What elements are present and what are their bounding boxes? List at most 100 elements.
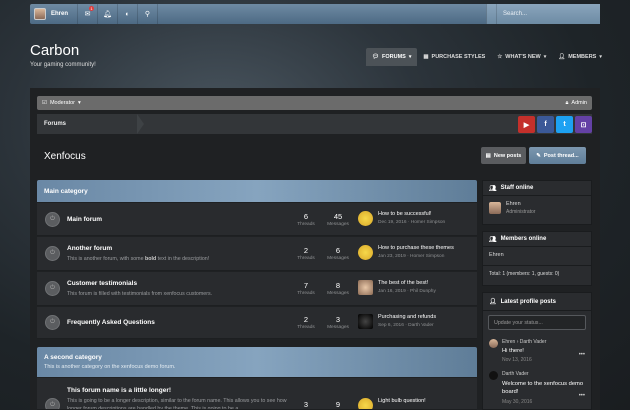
alerts-button[interactable]: 🔔︎	[98, 4, 118, 24]
users-icon: 👥︎	[489, 236, 497, 243]
main-navigation: 💬︎ Forums ▾ ▦ Purchase styles ☆ What's new ▾ …	[366, 48, 608, 66]
style-toggle-button[interactable]: ◐	[118, 4, 138, 24]
more-options-icon[interactable]: •••	[579, 352, 585, 358]
profile-posts-title: Latest profile posts	[500, 298, 556, 305]
forum-description-text: text in the description!	[156, 256, 210, 262]
youtube-button[interactable]: ▶	[518, 116, 535, 133]
last-post-meta: Jan 23, 2019 · Homer Simpson	[378, 254, 445, 259]
avatar[interactable]	[489, 202, 501, 214]
forum-status-icon: ⏻	[45, 246, 60, 261]
chevron-down-icon[interactable]: ▾	[599, 54, 602, 60]
tab-forums-label: Forums	[381, 54, 406, 60]
post-thread-button[interactable]: ✎ Post thread...	[529, 147, 586, 164]
avatar[interactable]	[358, 245, 373, 260]
messages-label: Messages	[327, 256, 349, 261]
chevron-down-icon[interactable]: ▾	[544, 54, 547, 60]
inbox-badge: 1	[89, 6, 94, 11]
forum-title[interactable]: Customer testimonials	[67, 280, 287, 287]
avatar[interactable]	[358, 398, 373, 409]
forum-row[interactable]: ⏻ This forum name is a little longer! Th…	[37, 378, 477, 410]
table-icon: ▦	[423, 54, 429, 60]
forum-status-icon: ⏻	[45, 315, 60, 330]
profile-post-author[interactable]: Darth Vader	[502, 371, 585, 377]
message-count: 9	[335, 400, 341, 409]
last-post-title[interactable]: How to purchase these themes	[378, 245, 454, 251]
forum-description: This is another forum, with some bold te…	[67, 256, 287, 264]
forum-row[interactable]: ⏻ Frequently Asked Questions 2 Threads 3M…	[37, 307, 477, 339]
users-icon: 👥︎	[489, 185, 497, 192]
category-header[interactable]: Main category	[37, 180, 477, 202]
user-avatar	[34, 8, 46, 20]
last-post-meta: Jan 16, 2019 · Phil Dunphy	[378, 289, 436, 294]
forum-row[interactable]: ⏻ Main forum 6 Threads 45 Messages How to …	[37, 203, 477, 236]
avatar[interactable]	[358, 314, 373, 329]
search-field-divider	[496, 4, 497, 24]
user-icon: 👤︎	[558, 54, 566, 60]
top-navigation-bar: Ehren ✉ 1 🔔︎ ◐ ⚲ Search...	[30, 4, 600, 24]
members-online-header: 👥︎ Members online	[483, 232, 591, 247]
twitter-button[interactable]: t	[556, 116, 573, 133]
forum-title[interactable]: Another forum	[67, 245, 287, 252]
tab-forums[interactable]: 💬︎ Forums ▾	[366, 48, 418, 66]
moderator-bar: ☑ Moderator ▾ 🔒︎ Admin	[37, 96, 592, 110]
document-icon: ▤	[485, 152, 491, 159]
staff-online-title: Staff online	[500, 185, 534, 191]
forum-row[interactable]: ⏻ Another forum This is another forum, w…	[37, 237, 477, 271]
staff-online-block: 👥︎ Staff online Ehren Administrator	[482, 180, 592, 225]
forum-title[interactable]: Main forum	[67, 216, 287, 223]
avatar[interactable]	[358, 280, 373, 295]
tab-purchase-styles[interactable]: ▦ Purchase styles	[417, 48, 491, 66]
search-toggle-button[interactable]: ⚲	[138, 4, 158, 24]
forum-title[interactable]: Frequently Asked Questions	[67, 319, 287, 326]
moderator-menu[interactable]: ☑ Moderator ▾	[42, 100, 81, 106]
breadcrumb: Forums	[37, 114, 592, 134]
status-update-input[interactable]: Update your status...	[488, 315, 586, 330]
members-online-list[interactable]: Ehren	[483, 247, 591, 266]
user-edit-icon: 👤︎	[489, 299, 497, 305]
last-post-title[interactable]: Purchasing and refunds	[378, 314, 436, 320]
inbox-button[interactable]: ✉ 1	[78, 4, 98, 24]
avatar[interactable]	[489, 339, 498, 348]
user-menu[interactable]: Ehren	[30, 4, 78, 24]
messages-label: Messages	[327, 325, 349, 330]
forum-title[interactable]: This forum name is a little longer!	[67, 387, 287, 394]
twitter-icon: t	[563, 121, 566, 128]
last-post-title[interactable]: Light bulb question!	[378, 398, 426, 404]
lock-icon: 🔒︎	[565, 99, 569, 106]
forum-row[interactable]: ⏻ Customer testimonials This forum is fi…	[37, 272, 477, 306]
avatar[interactable]	[358, 211, 373, 226]
search-input[interactable]: Search...	[486, 4, 600, 24]
contrast-icon: ◐	[125, 10, 130, 18]
bell-icon: 🔔︎	[103, 11, 112, 18]
forum-status-icon: ⏻	[45, 212, 60, 227]
admin-label: Admin	[571, 100, 587, 106]
twitch-button[interactable]: ⊡	[575, 116, 592, 133]
last-post-title[interactable]: How to be successful!	[378, 211, 445, 217]
new-posts-button[interactable]: ▤ New posts	[481, 147, 526, 164]
profile-post-date: May 30, 2016	[502, 398, 533, 405]
avatar[interactable]	[489, 371, 498, 380]
forum-status-icon: ⏻	[45, 398, 60, 409]
breadcrumb-forums[interactable]: Forums	[37, 121, 137, 127]
more-options-icon[interactable]: •••	[579, 393, 585, 399]
staff-name[interactable]: Ehren	[506, 201, 535, 207]
admin-link[interactable]: 🔒︎ Admin	[565, 100, 587, 107]
facebook-button[interactable]: f	[537, 116, 554, 133]
message-count: 6	[335, 246, 341, 255]
category-header[interactable]: A second category This is another catego…	[37, 347, 477, 377]
category-title: A second category	[44, 354, 102, 361]
chevron-down-icon[interactable]: ▾	[409, 54, 412, 60]
youtube-icon: ▶	[523, 121, 530, 129]
profile-post: Ehren › Darth Vader Hi there! Nov 13, 20…	[483, 334, 591, 363]
checkbox-icon: ☑	[42, 100, 47, 106]
forum-description-bold: bold	[145, 256, 157, 262]
tab-whats-new[interactable]: ☆ What's new ▾	[491, 48, 552, 66]
last-post-title[interactable]: The best of the best!	[378, 280, 436, 286]
message-count: 45	[333, 212, 343, 221]
site-title[interactable]: Carbon	[30, 42, 79, 59]
tab-members[interactable]: 👤︎ Members ▾	[552, 48, 608, 66]
forum-description: This is going to be a longer description…	[67, 398, 287, 410]
members-online-block: 👥︎ Members online Ehren Total: 1 (members…	[482, 231, 592, 286]
tab-whats-new-label: What's new	[505, 54, 541, 60]
profile-post-author[interactable]: Ehren › Darth Vader	[502, 339, 546, 345]
